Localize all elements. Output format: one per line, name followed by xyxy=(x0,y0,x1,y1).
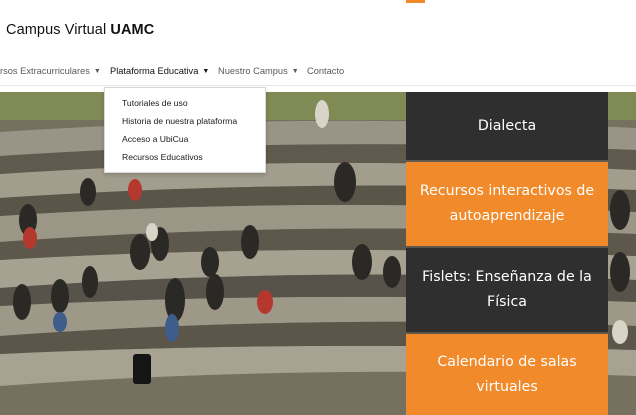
nav-item-nuestro-campus[interactable]: Nuestro Campus ▼ xyxy=(218,66,299,76)
tile-recursos-interactivos[interactable]: Recursos interactivos de autoaprendizaje xyxy=(406,162,608,246)
site-logo[interactable]: Campus Virtual UAMC xyxy=(6,22,154,38)
header-accent-bar xyxy=(406,0,425,3)
chevron-down-icon: ▼ xyxy=(202,68,210,75)
dropdown-item-acceso-ubicua[interactable]: Acceso a UbiCua xyxy=(122,134,188,144)
tile-label: Dialecta xyxy=(477,117,537,134)
tile-calendario-salas[interactable]: Calendario de salas virtuales xyxy=(406,334,608,415)
nav-item-label: Contacto xyxy=(307,66,345,76)
tile-fislets[interactable]: Fislets: Enseñanza de la Física xyxy=(406,248,608,332)
brand-name: Campus Virtual xyxy=(6,22,111,38)
dropdown-item-tutoriales[interactable]: Tutoriales de uso xyxy=(122,98,188,108)
nav-item-plataforma-educativa[interactable]: Plataforma Educativa ▼ xyxy=(110,66,209,76)
nav-item-label: Plataforma Educativa xyxy=(110,66,199,76)
tile-dialecta[interactable]: Dialecta xyxy=(406,92,608,160)
main-nav: rsos Extracurriculares ▼ Plataforma Educa… xyxy=(0,58,636,86)
nav-item-label: Nuestro Campus xyxy=(218,66,288,76)
tile-label: Calendario de salas virtuales xyxy=(437,353,577,395)
dropdown-item-historia[interactable]: Historia de nuestra plataforma xyxy=(122,116,237,126)
dropdown-item-recursos-educativos[interactable]: Recursos Educativos xyxy=(122,152,203,162)
tile-label: Fislets: Enseñanza de la Física xyxy=(422,269,592,310)
nav-item-label: rsos Extracurriculares xyxy=(0,66,90,76)
chevron-down-icon: ▼ xyxy=(93,68,101,75)
chevron-down-icon: ▼ xyxy=(291,68,299,75)
nav-item-contacto[interactable]: Contacto xyxy=(307,66,344,76)
tile-label: Recursos interactivos de autoaprendizaje xyxy=(419,183,595,224)
nav-item-cursos-extracurriculares[interactable]: rsos Extracurriculares ▼ xyxy=(0,66,101,76)
brand-acronym: UAMC xyxy=(110,22,155,38)
plataforma-educativa-dropdown: Tutoriales de uso Historia de nuestra pl… xyxy=(104,87,266,173)
